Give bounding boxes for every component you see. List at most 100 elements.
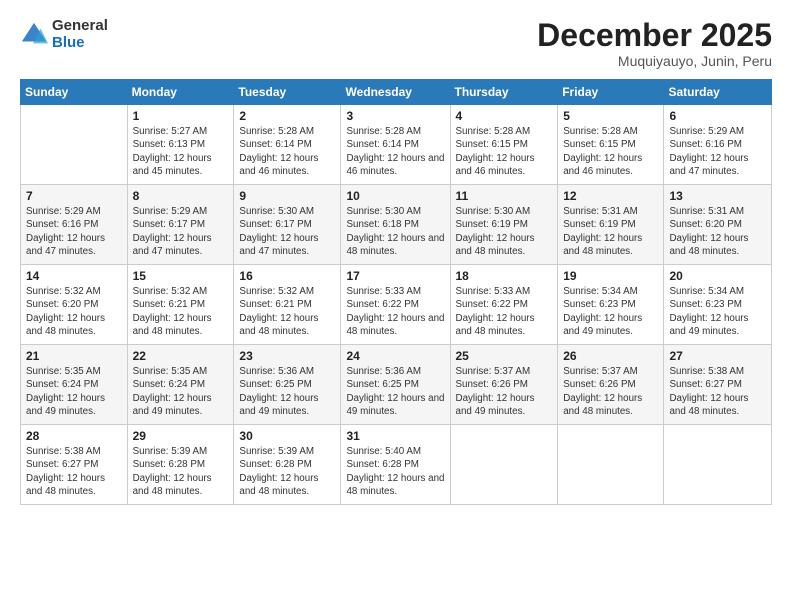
calendar-cell: [558, 425, 664, 505]
day-number: 8: [133, 189, 229, 203]
month-title: December 2025: [537, 18, 772, 53]
logo-icon: [20, 21, 48, 49]
weekday-friday: Friday: [558, 80, 664, 105]
calendar-cell: [664, 425, 772, 505]
calendar-cell: 18 Sunrise: 5:33 AM Sunset: 6:22 PM Dayli…: [450, 265, 558, 345]
calendar-cell: [450, 425, 558, 505]
day-number: 10: [346, 189, 444, 203]
day-number: 22: [133, 349, 229, 363]
calendar-cell: [21, 105, 128, 185]
calendar-cell: 9 Sunrise: 5:30 AM Sunset: 6:17 PM Daylig…: [234, 185, 341, 265]
calendar-cell: 15 Sunrise: 5:32 AM Sunset: 6:21 PM Dayli…: [127, 265, 234, 345]
day-info: Sunrise: 5:34 AM Sunset: 6:23 PM Dayligh…: [563, 285, 658, 338]
calendar-cell: 22 Sunrise: 5:35 AM Sunset: 6:24 PM Dayli…: [127, 345, 234, 425]
day-info: Sunrise: 5:38 AM Sunset: 6:27 PM Dayligh…: [669, 365, 766, 418]
logo-blue: Blue: [52, 35, 108, 52]
day-info: Sunrise: 5:28 AM Sunset: 6:14 PM Dayligh…: [346, 125, 444, 178]
day-info: Sunrise: 5:27 AM Sunset: 6:13 PM Dayligh…: [133, 125, 229, 178]
day-number: 21: [26, 349, 122, 363]
day-info: Sunrise: 5:32 AM Sunset: 6:21 PM Dayligh…: [239, 285, 335, 338]
day-number: 3: [346, 109, 444, 123]
day-info: Sunrise: 5:39 AM Sunset: 6:28 PM Dayligh…: [239, 445, 335, 498]
day-info: Sunrise: 5:33 AM Sunset: 6:22 PM Dayligh…: [456, 285, 553, 338]
day-info: Sunrise: 5:31 AM Sunset: 6:19 PM Dayligh…: [563, 205, 658, 258]
day-number: 26: [563, 349, 658, 363]
calendar-cell: 6Sunrise: 5:29 AM Sunset: 6:16 PM Daylig…: [664, 105, 772, 185]
day-number: 2: [239, 109, 335, 123]
day-number: 19: [563, 269, 658, 283]
calendar-cell: 12 Sunrise: 5:31 AM Sunset: 6:19 PM Dayli…: [558, 185, 664, 265]
calendar-cell: 11Sunrise: 5:30 AM Sunset: 6:19 PM Dayli…: [450, 185, 558, 265]
day-number: 17: [346, 269, 444, 283]
day-info: Sunrise: 5:30 AM Sunset: 6:17 PM Dayligh…: [239, 205, 335, 258]
day-number: 31: [346, 429, 444, 443]
calendar-cell: 14Sunrise: 5:32 AM Sunset: 6:20 PM Dayli…: [21, 265, 128, 345]
day-number: 27: [669, 349, 766, 363]
day-info: Sunrise: 5:28 AM Sunset: 6:15 PM Dayligh…: [563, 125, 658, 178]
day-info: Sunrise: 5:33 AM Sunset: 6:22 PM Dayligh…: [346, 285, 444, 338]
day-info: Sunrise: 5:37 AM Sunset: 6:26 PM Dayligh…: [456, 365, 553, 418]
day-number: 1: [133, 109, 229, 123]
calendar-cell: 2 Sunrise: 5:28 AM Sunset: 6:14 PM Daylig…: [234, 105, 341, 185]
day-number: 23: [239, 349, 335, 363]
calendar-cell: 16 Sunrise: 5:32 AM Sunset: 6:21 PM Dayli…: [234, 265, 341, 345]
day-info: Sunrise: 5:35 AM Sunset: 6:24 PM Dayligh…: [133, 365, 229, 418]
day-number: 24: [346, 349, 444, 363]
day-number: 16: [239, 269, 335, 283]
weekday-thursday: Thursday: [450, 80, 558, 105]
calendar-header: SundayMondayTuesdayWednesdayThursdayFrid…: [21, 80, 772, 105]
day-number: 13: [669, 189, 766, 203]
logo-general: General: [52, 18, 108, 35]
calendar-cell: 20 Sunrise: 5:34 AM Sunset: 6:23 PM Dayli…: [664, 265, 772, 345]
calendar-cell: 5 Sunrise: 5:28 AM Sunset: 6:15 PM Daylig…: [558, 105, 664, 185]
weekday-monday: Monday: [127, 80, 234, 105]
calendar-cell: 19 Sunrise: 5:34 AM Sunset: 6:23 PM Dayli…: [558, 265, 664, 345]
day-number: 14: [26, 269, 122, 283]
weekday-wednesday: Wednesday: [341, 80, 450, 105]
calendar-cell: 31 Sunrise: 5:40 AM Sunset: 6:28 PM Dayli…: [341, 425, 450, 505]
day-number: 25: [456, 349, 553, 363]
day-number: 5: [563, 109, 658, 123]
day-number: 18: [456, 269, 553, 283]
day-number: 11: [456, 189, 553, 203]
day-info: Sunrise: 5:40 AM Sunset: 6:28 PM Dayligh…: [346, 445, 444, 498]
day-number: 30: [239, 429, 335, 443]
day-info: Sunrise: 5:31 AM Sunset: 6:20 PM Dayligh…: [669, 205, 766, 258]
calendar-cell: 27 Sunrise: 5:38 AM Sunset: 6:27 PM Dayli…: [664, 345, 772, 425]
calendar-week-1: 1 Sunrise: 5:27 AM Sunset: 6:13 PM Daylig…: [21, 105, 772, 185]
calendar-cell: 23 Sunrise: 5:36 AM Sunset: 6:25 PM Dayli…: [234, 345, 341, 425]
title-block: December 2025 Muquiyauyo, Junin, Peru: [537, 18, 772, 69]
day-info: Sunrise: 5:36 AM Sunset: 6:25 PM Dayligh…: [239, 365, 335, 418]
logo: General Blue: [20, 18, 108, 51]
day-info: Sunrise: 5:28 AM Sunset: 6:14 PM Dayligh…: [239, 125, 335, 178]
day-number: 15: [133, 269, 229, 283]
day-number: 7: [26, 189, 122, 203]
calendar-week-4: 21 Sunrise: 5:35 AM Sunset: 6:24 PM Dayli…: [21, 345, 772, 425]
logo-text: General Blue: [52, 18, 108, 51]
day-number: 4: [456, 109, 553, 123]
weekday-header-row: SundayMondayTuesdayWednesdayThursdayFrid…: [21, 80, 772, 105]
day-number: 12: [563, 189, 658, 203]
day-info: Sunrise: 5:29 AM Sunset: 6:17 PM Dayligh…: [133, 205, 229, 258]
weekday-sunday: Sunday: [21, 80, 128, 105]
day-info: Sunrise: 5:39 AM Sunset: 6:28 PM Dayligh…: [133, 445, 229, 498]
calendar: SundayMondayTuesdayWednesdayThursdayFrid…: [20, 79, 772, 505]
day-info: Sunrise: 5:35 AM Sunset: 6:24 PM Dayligh…: [26, 365, 122, 418]
day-number: 29: [133, 429, 229, 443]
day-info: Sunrise: 5:29 AM Sunset: 6:16 PM Dayligh…: [669, 125, 766, 178]
day-info: Sunrise: 5:32 AM Sunset: 6:21 PM Dayligh…: [133, 285, 229, 338]
calendar-cell: 26Sunrise: 5:37 AM Sunset: 6:26 PM Dayli…: [558, 345, 664, 425]
calendar-cell: 4Sunrise: 5:28 AM Sunset: 6:15 PM Daylig…: [450, 105, 558, 185]
calendar-cell: 3 Sunrise: 5:28 AM Sunset: 6:14 PM Daylig…: [341, 105, 450, 185]
calendar-cell: 13 Sunrise: 5:31 AM Sunset: 6:20 PM Dayli…: [664, 185, 772, 265]
day-info: Sunrise: 5:30 AM Sunset: 6:18 PM Dayligh…: [346, 205, 444, 258]
day-number: 20: [669, 269, 766, 283]
calendar-cell: 17 Sunrise: 5:33 AM Sunset: 6:22 PM Dayli…: [341, 265, 450, 345]
day-info: Sunrise: 5:36 AM Sunset: 6:25 PM Dayligh…: [346, 365, 444, 418]
location-subtitle: Muquiyauyo, Junin, Peru: [537, 53, 772, 69]
header: General Blue December 2025 Muquiyauyo, J…: [20, 18, 772, 69]
day-number: 9: [239, 189, 335, 203]
calendar-week-5: 28Sunrise: 5:38 AM Sunset: 6:27 PM Dayli…: [21, 425, 772, 505]
calendar-cell: 10 Sunrise: 5:30 AM Sunset: 6:18 PM Dayli…: [341, 185, 450, 265]
day-info: Sunrise: 5:34 AM Sunset: 6:23 PM Dayligh…: [669, 285, 766, 338]
